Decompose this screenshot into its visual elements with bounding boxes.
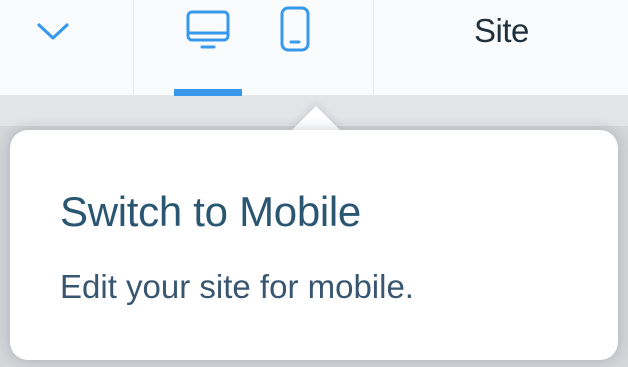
popover-title: Switch to Mobile [60,188,361,235]
popover-description: Edit your site for mobile. [60,268,414,305]
desktop-view-button[interactable] [174,0,242,96]
chevron-down-icon[interactable] [36,20,70,42]
editor-top-bar: Site [0,0,628,96]
switch-to-mobile-popover [10,130,618,360]
desktop-icon [186,10,230,49]
collapse-toggle[interactable] [0,0,134,96]
site-menu: Site [374,0,628,96]
popover-arrow-joint [286,130,346,154]
device-switcher [134,0,374,96]
site-menu-label[interactable]: Site [474,12,529,50]
mobile-icon [280,6,310,52]
mobile-view-button[interactable] [274,0,318,96]
active-device-indicator [174,89,242,96]
